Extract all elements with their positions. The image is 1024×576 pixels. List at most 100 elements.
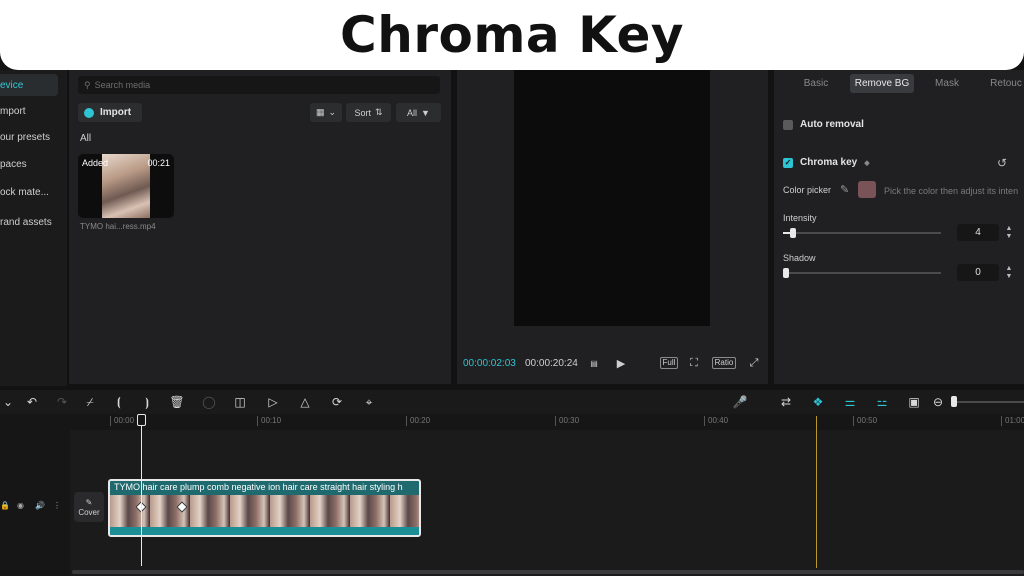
volume-icon[interactable]: 🔊 [35, 501, 45, 510]
edit-icon: ✎ [85, 497, 93, 507]
full-label: Full [659, 357, 679, 369]
sort-label: Sort [354, 107, 371, 118]
eyedropper-icon[interactable]: ✎ [840, 183, 849, 196]
media-source-nav: evice mport our presets paces ock mate..… [0, 70, 67, 386]
microphone-icon[interactable]: 🎤 [732, 394, 748, 410]
tab-retouch[interactable]: Retouc [980, 74, 1024, 93]
linkage-icon[interactable]: ⚍ [873, 394, 891, 410]
intensity-slider[interactable] [783, 228, 941, 238]
timeline-grid-icon[interactable]: ▤ [585, 356, 603, 370]
added-badge: Added [82, 158, 109, 168]
mask-icon[interactable]: ◯ [201, 394, 217, 410]
more-icon[interactable]: ⋮ [53, 501, 61, 510]
undo-icon[interactable]: ↶ [24, 394, 40, 410]
view-mode-button[interactable]: ▦ ⌄ [310, 103, 342, 122]
search-icon: ⚲ [84, 79, 91, 90]
rotate-icon[interactable]: ⟳ [329, 394, 345, 410]
tab-remove-bg[interactable]: Remove BG [850, 74, 914, 93]
ratio-button[interactable]: Ratio [711, 356, 737, 370]
media-thumbnail [102, 154, 150, 218]
auto-removal-row[interactable]: Auto removal [783, 119, 864, 130]
freeze-icon[interactable]: ◫ [232, 394, 248, 410]
playhead-line[interactable] [141, 416, 142, 566]
crop-icon[interactable]: ⌖ [361, 394, 377, 410]
timeline-zoom-handle[interactable] [951, 396, 957, 407]
sort-icon: ⇅ [374, 107, 383, 117]
mirror-icon[interactable]: △ [297, 394, 313, 410]
intensity-stepper[interactable]: ▲ ▼ [1003, 224, 1015, 241]
redo-icon[interactable]: ↷ [54, 394, 70, 410]
sidebar-item-import[interactable]: mport [0, 100, 58, 122]
delete-left-icon[interactable]: ⦗ [111, 394, 127, 410]
lock-icon[interactable]: 🔒 [0, 501, 10, 510]
reset-icon[interactable]: ↺ [997, 156, 1007, 170]
magnet-icon[interactable]: ❖ [809, 394, 827, 410]
ruler-label: 00:20 [406, 416, 430, 426]
timeline-zoom-slider[interactable] [952, 401, 1024, 403]
link-icon[interactable]: ⇄ [777, 394, 795, 410]
media-item-name: TYMO hai...ress.mp4 [80, 222, 156, 231]
shadow-stepper[interactable]: ▲ ▼ [1003, 264, 1015, 281]
sidebar-item-stock-materials[interactable]: ock mate... [0, 181, 58, 203]
preview-screen[interactable] [514, 70, 710, 326]
shadow-slider[interactable] [783, 268, 941, 278]
cover-button[interactable]: ✎ Cover [74, 492, 104, 522]
fullscreen-icon[interactable]: ⤢ [747, 356, 761, 370]
shadow-value-input[interactable]: 0 [957, 264, 999, 281]
chroma-key-row[interactable]: ✓ Chroma key ◆ [783, 157, 870, 168]
media-duration: 00:21 [147, 158, 170, 168]
auto-removal-label: Auto removal [800, 119, 864, 130]
auto-removal-checkbox[interactable] [783, 119, 793, 130]
total-timecode: 00:00:20:24 [525, 358, 578, 369]
chevron-down-icon[interactable]: ⌄ [0, 394, 16, 410]
zoom-out-icon[interactable]: ⊖ [930, 394, 946, 410]
time-ruler[interactable]: 00:00 00:10 00:20 00:30 00:40 00:50 01:0… [108, 414, 1024, 428]
tab-basic[interactable]: Basic [782, 74, 850, 93]
media-item[interactable]: Added 00:21 [78, 154, 174, 218]
intensity-slider-handle[interactable] [790, 228, 796, 238]
zoom-fit-icon[interactable]: ⛶ [686, 356, 702, 370]
filter-label: All [407, 107, 418, 118]
eye-icon[interactable]: ◉ [17, 501, 24, 510]
shadow-label: Shadow [783, 253, 816, 263]
filter-icon: ▼ [421, 107, 430, 118]
full-button[interactable]: Full [659, 356, 679, 370]
sidebar-item-device[interactable]: evice [0, 74, 58, 96]
ruler-label: 00:40 [704, 416, 728, 426]
play-icon[interactable]: ▶ [614, 356, 628, 370]
ruler-label: 00:10 [257, 416, 281, 426]
import-label: Import [100, 107, 132, 118]
delete-right-icon[interactable]: ⦘ [139, 394, 155, 410]
color-swatch[interactable] [858, 181, 876, 198]
preview-player: 00:00:02:03 00:00:20:24 ▤ ▶ Full ⛶ Ratio… [457, 70, 768, 384]
shadow-slider-handle[interactable] [783, 268, 789, 278]
main-track-header: 🔒 ◉ 🔊 ⋮ [0, 476, 70, 540]
filter-button[interactable]: All ▼ [396, 103, 441, 122]
tab-mask[interactable]: Mask [914, 74, 980, 93]
video-clip[interactable]: TYMO hair care plump comb negative ion h… [108, 479, 421, 537]
search-input[interactable]: ⚲ Search media [78, 76, 440, 94]
clip-title: TYMO hair care plump comb negative ion h… [114, 482, 403, 492]
preview-axis-icon[interactable]: ▣ [906, 394, 922, 410]
sort-button[interactable]: Sort ⇅ [346, 103, 391, 122]
delete-icon[interactable]: 🗑 [169, 394, 185, 410]
sidebar-item-spaces[interactable]: paces [0, 153, 58, 175]
sidebar-item-brand-assets[interactable]: rand assets [0, 211, 58, 233]
split-icon[interactable]: ⌿ [82, 394, 98, 410]
diamond-icon: ◆ [864, 159, 870, 167]
inspector-tabs: Basic Remove BG Mask Retouc [782, 74, 1024, 94]
end-marker-line [816, 416, 817, 568]
auto-snap-icon[interactable]: ⚌ [841, 394, 859, 410]
timeline-scrollbar[interactable] [72, 570, 1024, 574]
chevron-down-icon: ⌄ [328, 107, 337, 117]
speed-icon[interactable]: ▷ [265, 394, 281, 410]
playhead-handle[interactable] [137, 414, 146, 426]
chroma-key-checkbox[interactable]: ✓ [783, 157, 793, 168]
banner-title: Chroma Key [340, 6, 684, 64]
ruler-label: 00:00 [110, 416, 134, 426]
current-timecode: 00:00:02:03 [463, 358, 516, 369]
sidebar-item-presets[interactable]: our presets [0, 126, 58, 148]
search-placeholder: Search media [94, 80, 151, 90]
import-button[interactable]: Import [78, 103, 142, 122]
intensity-value-input[interactable]: 4 [957, 224, 999, 241]
